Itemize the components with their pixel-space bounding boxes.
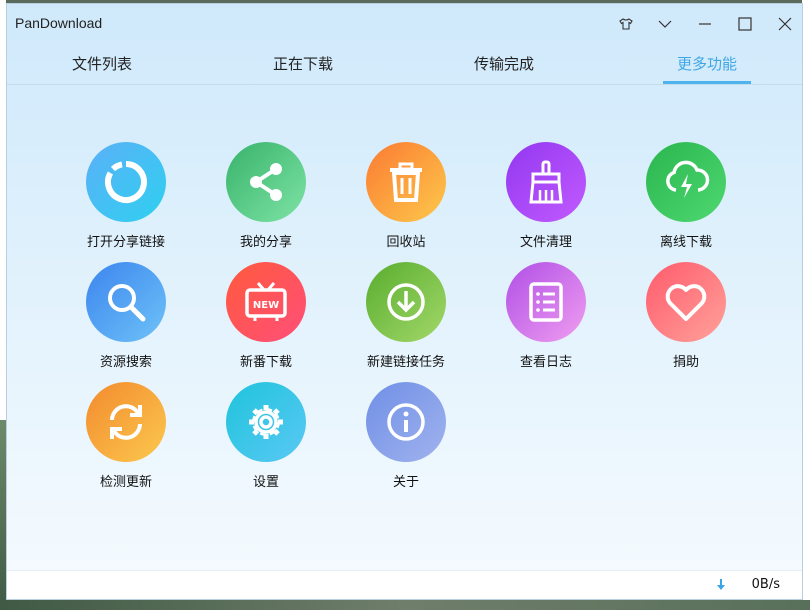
feature-icon-circle <box>226 382 306 462</box>
download-arrow-icon <box>717 579 725 590</box>
feature-label: 关于 <box>392 475 419 490</box>
tv-new-icon: NEW <box>245 282 287 321</box>
feature-label: 离线下载 <box>659 235 712 250</box>
feature-label: 我的分享 <box>239 235 292 250</box>
feature-offline-download[interactable]: 离线下载 <box>626 142 746 250</box>
background-right <box>802 0 810 610</box>
minimize-button[interactable] <box>692 12 718 36</box>
feature-about[interactable]: 关于 <box>346 382 466 490</box>
download-circle-icon <box>387 283 425 321</box>
download-speed: 0B/s <box>751 577 780 592</box>
background-taskbar <box>0 600 810 610</box>
tab-more-features[interactable]: 更多功能 <box>657 44 757 84</box>
menu-dropdown-button[interactable] <box>652 12 678 36</box>
minimize-icon <box>699 23 711 25</box>
close-button[interactable] <box>772 12 798 36</box>
share-icon <box>250 163 282 201</box>
feature-my-share[interactable]: 我的分享 <box>206 142 326 250</box>
feature-file-cleanup[interactable]: 文件清理 <box>486 142 606 250</box>
feature-recycle-bin[interactable]: 回收站 <box>346 142 466 250</box>
share-link-icon <box>105 161 147 203</box>
feature-label: 打开分享链接 <box>86 235 165 250</box>
feature-icon-circle: NEW <box>226 262 306 342</box>
search-icon <box>108 284 146 322</box>
chevron-down-icon <box>658 20 672 28</box>
skin-button[interactable] <box>613 12 639 36</box>
feature-icon-circle <box>366 262 446 342</box>
gear-icon <box>249 405 283 439</box>
shirt-icon <box>619 18 633 30</box>
trash-icon <box>390 162 422 202</box>
tab-bar: 文件列表 正在下载 传输完成 更多功能 <box>7 44 802 85</box>
info-icon <box>387 403 425 441</box>
feature-new-link-task[interactable]: 新建链接任务 <box>346 262 466 370</box>
feature-settings[interactable]: 设置 <box>206 382 326 490</box>
refresh-icon <box>110 404 142 440</box>
feature-label: 新建链接任务 <box>366 355 445 370</box>
feature-label: 新番下载 <box>239 355 292 370</box>
feature-icon-circle <box>506 142 586 222</box>
log-icon <box>529 282 563 322</box>
tab-completed[interactable]: 传输完成 <box>454 44 554 84</box>
feature-label: 查看日志 <box>519 355 572 370</box>
feature-view-log[interactable]: 查看日志 <box>486 262 606 370</box>
feature-icon-circle <box>506 262 586 342</box>
feature-label: 文件清理 <box>519 235 572 250</box>
feature-label: 回收站 <box>386 235 426 250</box>
app-window: PanDownload 文件列表 正在下载 传输完成 更多功能 打开分享链接 我… <box>6 3 803 600</box>
heart-icon <box>665 284 707 321</box>
feature-label: 设置 <box>252 475 279 490</box>
feature-label: 检测更新 <box>99 475 152 490</box>
maximize-button[interactable] <box>732 12 758 36</box>
close-icon <box>778 17 792 31</box>
title-bar[interactable]: PanDownload <box>7 4 802 44</box>
maximize-icon <box>738 17 752 31</box>
feature-icon-circle <box>646 142 726 222</box>
feature-label: 捐助 <box>672 355 699 370</box>
cloud-download-icon <box>666 160 710 198</box>
feature-resource-search[interactable]: 资源搜索 <box>66 262 186 370</box>
feature-icon-circle <box>366 142 446 222</box>
feature-new-anime-download[interactable]: NEW 新番下载 <box>206 262 326 370</box>
feature-icon-circle <box>86 262 166 342</box>
feature-check-update[interactable]: 检测更新 <box>66 382 186 490</box>
feature-icon-circle <box>86 142 166 222</box>
brush-icon <box>529 160 563 204</box>
app-title: PanDownload <box>15 15 103 31</box>
feature-open-share-link[interactable]: 打开分享链接 <box>66 142 186 250</box>
status-bar: 0B/s <box>7 570 802 599</box>
feature-icon-circle <box>646 262 726 342</box>
svg-text:NEW: NEW <box>253 300 279 311</box>
feature-donate[interactable]: 捐助 <box>626 262 746 370</box>
tab-downloading[interactable]: 正在下载 <box>253 44 353 84</box>
feature-icon-circle <box>366 382 446 462</box>
tab-file-list[interactable]: 文件列表 <box>52 44 152 84</box>
feature-label: 资源搜索 <box>99 355 152 370</box>
feature-icon-circle <box>226 142 306 222</box>
feature-icon-circle <box>86 382 166 462</box>
feature-grid: 打开分享链接 我的分享 回收站 文件清理 离线下载 资源搜索 NEW 新番下载 … <box>7 84 802 564</box>
